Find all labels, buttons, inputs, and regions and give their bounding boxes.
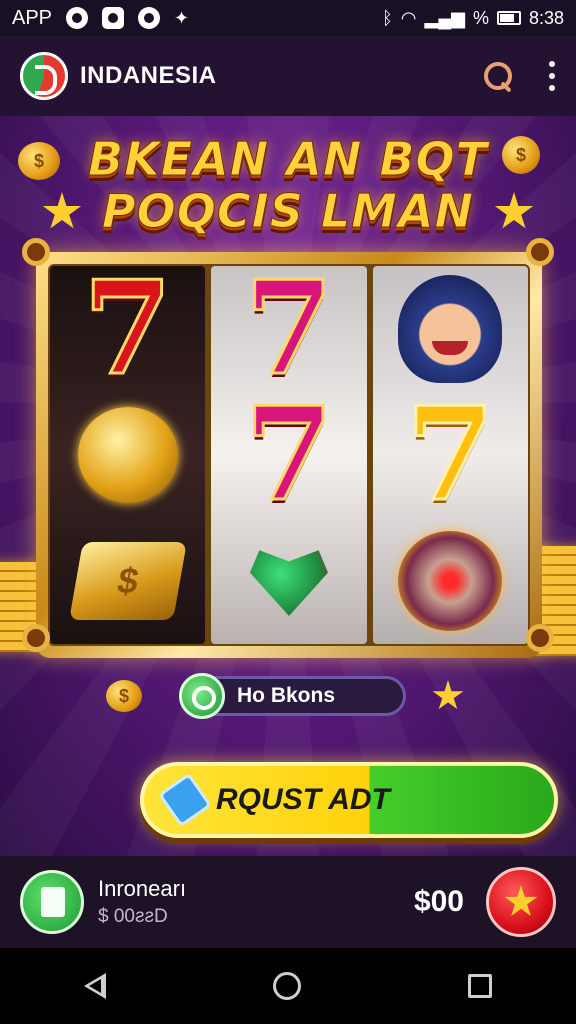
slot-machine-frame: 7 $ 7 7 7 [36,252,542,658]
app-bar: INDANESIA [0,36,576,116]
signal-icon: ▂▄▆ [424,7,465,28]
reel-1: 7 $ [50,254,206,644]
status-app-label: APP [12,6,53,29]
bluetooth-icon: ᛒ [381,7,393,28]
rewards-button[interactable] [486,867,556,937]
bonus-indicator[interactable]: Ho Bkons [179,673,406,719]
system-nav-bar [0,948,576,1024]
arrow-icon: ✦ [174,7,190,28]
clock: 8:38 [528,7,564,28]
search-icon[interactable] [482,60,514,92]
heart-guitar-symbol [225,522,353,640]
banner-line-2: POQCIS LMAN [101,184,475,239]
star-icon [504,885,538,916]
banner-line-1: BKEAN AN BQT [88,132,488,187]
battery-icon [496,11,521,25]
spin-button[interactable]: RQUST ADT [140,762,558,838]
gold-scroll-symbol: $ [64,522,192,640]
user-balance: $ 00ƨƨD [98,906,168,927]
pink-seven-symbol: 7 [243,254,335,404]
reel-3: 7 [372,266,528,644]
frame-ornament [22,624,50,652]
app-logo [20,52,68,100]
yellow-seven-symbol: 7 [404,380,496,530]
bonus-badge-icon [179,673,225,719]
user-name: Inronearı [98,876,187,901]
gold-emblem-symbol [64,396,192,514]
frame-ornament [526,624,554,652]
game-area: BKEAN AN BQT POQCIS LMAN $ $ 7 $ 7 7 7 $… [0,116,576,856]
status-bar: APP ✦ ᛒ ◠ ▂▄▆ % 8:38 [0,0,576,36]
character-portrait-symbol [386,270,514,388]
bottom-bar: Inronearı $ 00ƨƨD $00 [0,856,576,948]
battery-percent: % [472,7,489,28]
red-seven-symbol: 7 [82,254,174,404]
coin-icon: $ [106,680,142,712]
avatar[interactable] [20,870,84,934]
wifi-icon: ◠ [400,7,417,28]
bonus-label: Ho Bkons [237,684,336,707]
credit-amount: $00 [413,885,464,918]
frame-ornament [22,238,50,266]
notification-icon [102,7,125,29]
notification-icon [138,7,161,29]
coin-icon: $ [18,142,60,180]
app-title: INDANESIA [80,62,217,89]
recent-apps-icon[interactable] [468,974,493,998]
spin-button-label: RQUST ADT [216,783,390,816]
more-options-icon[interactable] [548,61,556,91]
notification-icon [66,7,89,29]
back-icon[interactable] [83,973,106,999]
ticket-icon [157,772,213,828]
jewel-orb-symbol [386,522,514,640]
reel-2: 7 7 [211,254,367,644]
pink-seven-symbol: 7 [243,380,335,530]
home-icon[interactable] [272,972,301,1000]
frame-ornament [526,238,554,266]
coin-icon: $ [502,136,540,174]
